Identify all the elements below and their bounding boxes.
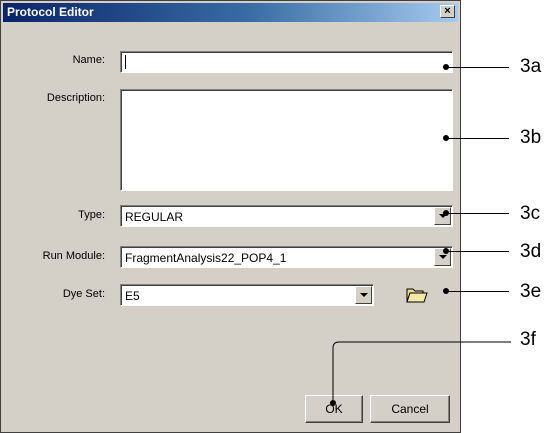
type-label: Type: [78, 209, 105, 221]
callout-line [446, 251, 509, 252]
callout-label-3f: 3f [520, 329, 536, 350]
name-input[interactable] [120, 51, 453, 73]
callout-line [330, 341, 511, 406]
dye-set-value: E5 [125, 289, 140, 303]
window-title: Protocol Editor [7, 5, 94, 19]
dye-set-label: Dye Set: [62, 288, 105, 300]
callout-label-3a: 3a [520, 56, 542, 77]
text-caret [125, 55, 126, 69]
dye-set-dropdown-arrow-icon[interactable] [355, 286, 372, 304]
callout-label-3e: 3e [520, 281, 542, 302]
run-module-value: FragmentAnalysis22_POP4_1 [125, 251, 287, 265]
callout-line [446, 291, 509, 292]
callout-line [446, 138, 509, 139]
title-bar[interactable]: Protocol Editor × [3, 3, 458, 22]
callout-label-3b: 3b [520, 127, 542, 148]
run-module-select[interactable]: FragmentAnalysis22_POP4_1 [120, 246, 453, 268]
close-icon: × [444, 5, 451, 17]
callout-label-3c: 3c [520, 203, 541, 224]
name-label: Name: [72, 54, 105, 66]
callout-label-3d: 3d [520, 241, 542, 262]
callout-line [446, 67, 509, 68]
close-button[interactable]: × [440, 5, 455, 18]
run-module-label: Run Module: [42, 250, 105, 262]
folder-open-icon[interactable] [406, 286, 428, 304]
dye-set-select[interactable]: E5 [120, 284, 374, 306]
callout-line [446, 213, 509, 214]
description-label: Description: [46, 92, 105, 104]
type-value: REGULAR [125, 210, 184, 224]
description-textarea[interactable] [120, 89, 453, 191]
type-select[interactable]: REGULAR [120, 205, 453, 227]
type-dropdown-arrow-icon[interactable] [434, 207, 451, 225]
